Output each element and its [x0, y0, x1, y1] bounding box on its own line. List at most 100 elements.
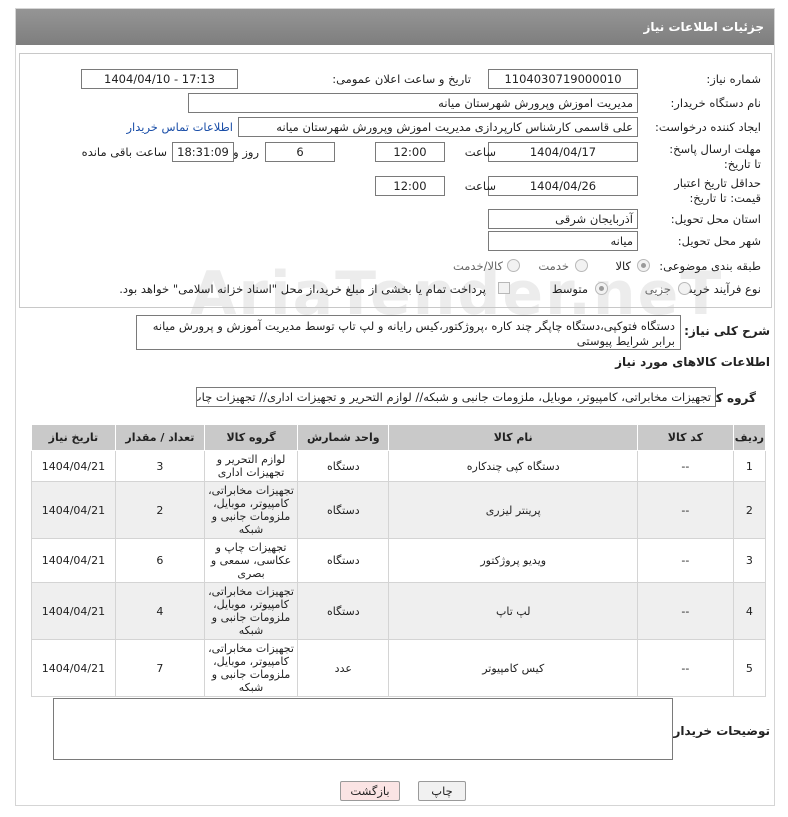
price-validity-label-text: حداقل تاریخ اعتبار قیمت: تا تاریخ:: [674, 176, 761, 205]
cell-item-name: پرینتر لیزری: [388, 481, 639, 539]
treasury-payment-checkbox[interactable]: [498, 282, 510, 294]
cell-item-name: ویدیو پروژکتور: [388, 538, 639, 583]
category-radio-goods[interactable]: [637, 259, 650, 272]
days-field: 6: [265, 142, 335, 162]
cell-quantity: 6: [114, 538, 205, 583]
cell-need-date: 1404/04/21: [31, 450, 116, 482]
description-label: شرح کلی نیاز:: [684, 324, 770, 338]
category-radio-goods-service[interactable]: [507, 259, 520, 272]
table-row: 1 -- دستگاه کپی چندکاره دستگاه لوازم الت…: [31, 450, 767, 482]
process-option-minor: جزیی: [644, 282, 671, 296]
cell-item-group: تجهیزات مخابراتی، کامپیوتر، موبایل، ملزو…: [203, 639, 299, 697]
deadline-time-label: ساعت: [464, 145, 496, 159]
city-field: میانه: [488, 231, 638, 251]
cell-unit: دستگاه: [297, 450, 390, 482]
table-header-row: ردیف کد کالا نام کالا واحد شمارش گروه کا…: [31, 424, 767, 451]
cell-unit: دستگاه: [297, 481, 390, 539]
page-title: جزئیات اطلاعات نیاز: [16, 9, 774, 45]
cell-item-code: --: [637, 450, 734, 482]
cell-item-group: تجهیزات چاپ و عکاسی، سمعی و بصری: [203, 538, 299, 583]
cell-item-code: --: [637, 582, 734, 640]
buyer-notes-field[interactable]: [53, 698, 673, 760]
treasury-payment-note: پرداخت تمام یا بخشی از مبلغ خرید،از محل …: [119, 282, 486, 296]
process-option-medium: متوسط: [551, 282, 588, 296]
goods-table: ردیف کد کالا نام کالا واحد شمارش گروه کا…: [31, 424, 767, 697]
province-field: آذربایجان شرقی: [488, 209, 638, 229]
price-validity-time-label: ساعت: [464, 179, 496, 193]
table-row: 5 -- کیس کامپیوتر عدد تجهیزات مخابراتی، …: [31, 639, 767, 697]
creator-label: ایجاد کننده درخواست:: [655, 120, 761, 134]
city-label: شهر محل تحویل:: [677, 234, 761, 248]
col-unit: واحد شمارش: [297, 424, 390, 451]
remaining-label: ساعت باقی مانده: [81, 145, 167, 159]
cell-need-date: 1404/04/21: [31, 538, 116, 583]
cell-item-code: --: [637, 481, 734, 539]
cell-unit: دستگاه: [297, 538, 390, 583]
cell-unit: عدد: [297, 639, 390, 697]
price-validity-date-field: 1404/04/26: [488, 176, 638, 196]
cell-need-date: 1404/04/21: [31, 582, 116, 640]
col-need-date: تاریخ نیاز: [31, 424, 116, 451]
col-item-code: کد کالا: [637, 424, 734, 451]
process-label: نوع فرآیند خرید :: [679, 282, 761, 296]
cell-quantity: 4: [114, 582, 205, 640]
announce-label: تاریخ و ساعت اعلان عمومی:: [332, 72, 471, 86]
need-number-field: 1104030719000010: [488, 69, 638, 89]
price-validity-label: حداقل تاریخ اعتبار قیمت: تا تاریخ:: [641, 176, 761, 206]
cell-unit: دستگاه: [297, 582, 390, 640]
price-validity-time-field: 12:00: [375, 176, 445, 196]
col-row-number: ردیف: [732, 424, 767, 451]
category-option-goods: کالا: [615, 259, 631, 273]
col-item-group: گروه کالا: [203, 424, 299, 451]
process-radio-medium[interactable]: [595, 282, 608, 295]
cell-row-number: 1: [732, 450, 767, 482]
cell-row-number: 2: [732, 481, 767, 539]
buyer-org-field: مدیریت اموزش وپرورش شهرستان میانه: [188, 93, 638, 113]
category-option-goods-service: کالا/خدمت: [452, 259, 503, 273]
table-row: 3 -- ویدیو پروژکتور دستگاه تجهیزات چاپ و…: [31, 538, 767, 583]
cell-item-name: دستگاه کپی چندکاره: [388, 450, 639, 482]
category-label: طبقه بندی موضوعی:: [659, 259, 761, 273]
cell-item-code: --: [637, 639, 734, 697]
cell-row-number: 5: [732, 639, 767, 697]
days-label: روز و: [233, 145, 259, 159]
need-info-panel: AriaTender.neT شماره نیاز: 1104030719000…: [19, 53, 772, 329]
province-label: استان محل تحویل:: [670, 212, 761, 226]
print-button[interactable]: چاپ: [418, 781, 466, 801]
cell-need-date: 1404/04/21: [31, 481, 116, 539]
cell-row-number: 3: [732, 538, 767, 583]
deadline-date-field: 1404/04/17: [488, 142, 638, 162]
cell-row-number: 4: [732, 582, 767, 640]
table-row: 2 -- پرینتر لیزری دستگاه تجهیزات مخابرات…: [31, 481, 767, 539]
cell-need-date: 1404/04/21: [31, 639, 116, 697]
remaining-field: 18:31:09: [172, 142, 234, 162]
col-item-name: نام کالا: [388, 424, 639, 451]
creator-field: علی قاسمی کارشناس کارپردازی مدیریت اموزش…: [238, 117, 638, 137]
cell-quantity: 2: [114, 481, 205, 539]
need-number-label: شماره نیاز:: [706, 72, 761, 86]
goods-section-title: اطلاعات کالاهای مورد نیاز: [615, 355, 770, 369]
cell-item-group: تجهیزات مخابراتی، کامپیوتر، موبایل، ملزو…: [203, 481, 299, 539]
col-quantity: تعداد / مقدار: [114, 424, 205, 451]
announce-field: 1404/04/10 - 17:13: [81, 69, 238, 89]
buyer-notes-label: توضیحات خریدار:: [668, 724, 770, 738]
buyer-contact-link[interactable]: اطلاعات تماس خریدار: [126, 120, 233, 134]
goods-group-field: تجهیزات مخابراتی، کامپیوتر، موبایل، ملزو…: [196, 387, 716, 407]
back-button[interactable]: بازگشت: [340, 781, 400, 801]
cell-item-name: لپ تاپ: [388, 582, 639, 640]
description-field: دستگاه فتوکپی،دستگاه چاپگر چند کاره ،پرو…: [136, 315, 681, 350]
cell-item-code: --: [637, 538, 734, 583]
category-option-service: خدمت: [538, 259, 569, 273]
deadline-label-text: مهلت ارسال پاسخ: تا تاریخ:: [669, 142, 761, 171]
deadline-time-field: 12:00: [375, 142, 445, 162]
cell-item-name: کیس کامپیوتر: [388, 639, 639, 697]
process-radio-minor[interactable]: [678, 282, 691, 295]
cell-quantity: 3: [114, 450, 205, 482]
cell-item-group: تجهیزات مخابراتی، کامپیوتر، موبایل، ملزو…: [203, 582, 299, 640]
category-radio-service[interactable]: [575, 259, 588, 272]
cell-quantity: 7: [114, 639, 205, 697]
table-row: 4 -- لپ تاپ دستگاه تجهیزات مخابراتی، کام…: [31, 582, 767, 640]
buyer-org-label: نام دستگاه خریدار:: [670, 96, 761, 110]
deadline-label: مهلت ارسال پاسخ: تا تاریخ:: [666, 142, 761, 172]
cell-item-group: لوازم التحریر و تجهیزات اداری: [203, 450, 299, 482]
